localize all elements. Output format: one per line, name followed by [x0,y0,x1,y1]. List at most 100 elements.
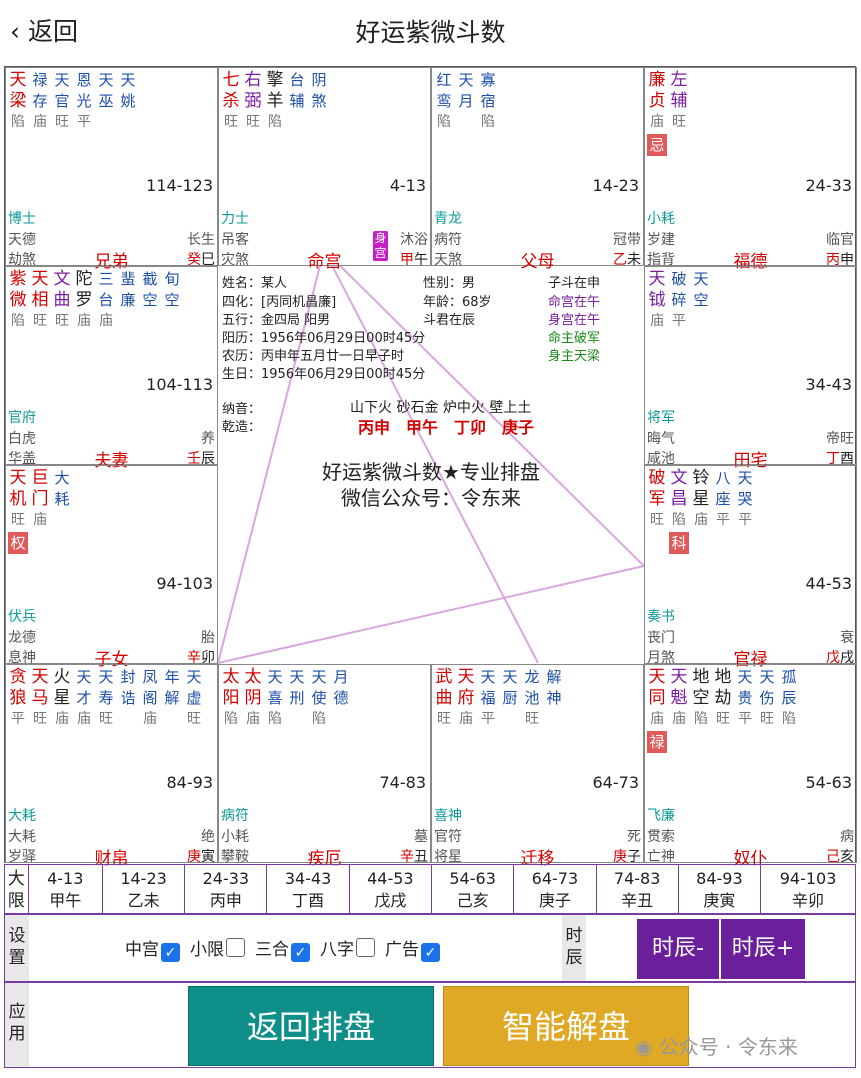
star: 天梁陷 [9,70,27,130]
star: 擎羊陷 [266,70,284,130]
option-三合[interactable]: 三合 ✓ [255,940,310,962]
palace-疾厄[interactable]: 太阳陷太阴庙天喜陷天刑天使陷月德 74-83 病符 小耗 攀鞍墓疾厄 辛丑 [218,664,431,869]
suijian-star: 贯索 [647,829,675,845]
ganzhi: 庚寅 [187,849,215,865]
star-list: 天同庙禄天魁庙地空陷地劫旺天贵平天伤旺孤辰陷 [646,667,800,753]
star: 天官旺 [54,71,70,130]
star: 台辅 [289,71,305,110]
star: 文曲旺 [53,269,71,329]
suijian-star: 岁建 [647,232,675,248]
star: 天马旺 [31,667,49,727]
boshi-star: 病符 [221,808,249,824]
palace-迁移[interactable]: 武曲旺天府庙天福平天厨龙池旺解神 64-73 喜神 官符 将星死迁移 庚子 [431,664,644,869]
option-小限[interactable]: 小限 [190,938,245,960]
star: 蜚廉 [120,270,136,309]
back-to-chart-button[interactable]: 返回排盘 [188,986,434,1066]
daxian-item[interactable]: 64-73 庚子 [514,865,597,913]
palace-官禄[interactable]: 破军旺文昌陷科铃星庙八座平天哭平 44-53 奏书 丧门 月煞衰官禄 戊戌 [644,465,857,670]
palace-命宫[interactable]: 七杀旺右弼旺擎羊陷台辅阴煞 4-13 力士 吊客 灾煞 沐浴 命宫 甲午 身宫 [218,67,431,272]
option-广告[interactable]: 广告 ✓ [385,940,440,962]
settings-label: 设置 [5,915,29,981]
daxian-item[interactable]: 74-83 辛丑 [597,865,679,913]
boshi-star: 伏兵 [8,609,36,625]
shichen-prev-button[interactable]: 时辰- [637,919,719,979]
daxian-item[interactable]: 34-43 丁酉 [267,865,350,913]
checkbox[interactable]: ✓ [161,943,180,962]
daxian-range: 64-73 [592,773,640,792]
star: 破碎平 [671,270,687,329]
wechat-account: 微信公众号：令东来 [341,486,521,510]
boshi-star: 喜神 [434,808,462,824]
star: 廉贞庙忌 [647,70,667,156]
changsheng-stage: 衰 [840,630,854,646]
star: 紫微陷 [9,269,27,329]
star: 铃星庙 [692,468,710,528]
daxian-item[interactable]: 94-103 辛卯 [761,865,855,913]
daxian-item[interactable]: 84-93 庚寅 [679,865,762,913]
star-list: 七杀旺右弼旺擎羊陷台辅阴煞 [220,70,330,133]
star: 天相旺 [31,269,49,329]
palace-父母[interactable]: 红鸾陷天月寡宿陷 14-23 青龙 病符 天煞 冠带 父母 乙未 [431,67,644,272]
changsheng-stage: 死 [627,829,641,845]
daxian-item[interactable]: 14-23 乙未 [103,865,186,913]
palace-name: 父母 [520,252,555,272]
star: 天才庙 [76,668,92,727]
star-list: 廉贞庙忌左辅旺 [646,70,690,156]
palace-财帛[interactable]: 贪狼平天马旺火星庙天才庙天寿旺封诰凤阁庙年解天虚旺 84-93 大耗 大耗 岁驿绝财帛庚… [5,664,218,869]
option-中宫[interactable]: 中宫 ✓ [125,940,180,962]
star-list: 紫微陷天相旺文曲旺陀罗庙三台庙蜚廉截空旬空 [7,269,183,332]
palace-兄弟[interactable]: 天梁陷禄存庙天官旺恩光平天巫天姚 114-123 博士 天德 劫煞 长生 兄弟 癸巳 [5,67,218,272]
boshi-star: 飞廉 [647,808,675,824]
info-shenzhu: 身主天梁 [548,349,601,364]
changsheng-stage: 绝 [201,829,215,845]
checkbox[interactable] [226,938,245,957]
daxian-range: 94-103 [156,574,213,593]
checkbox[interactable] [356,938,375,957]
star: 太阳陷 [222,667,240,727]
palace-子女[interactable]: 天机旺权巨门庙大耗 94-103 伏兵 龙德 息神胎子女 辛卯 [5,465,218,670]
star: 武曲旺 [435,667,453,727]
changsheng-stage: 胎 [201,630,215,646]
palace-福德[interactable]: 廉贞庙忌左辅旺 24-33 小耗 岁建 指背 临官 福德 丙申 [644,67,857,272]
info-shengong: 身宫在午 [548,313,601,328]
daxian-item[interactable]: 24-33 丙申 [185,865,268,913]
checkbox[interactable]: ✓ [291,943,310,962]
star: 天寿旺 [98,668,114,727]
daxian-item[interactable]: 54-63 己亥 [432,865,515,913]
star: 七杀旺 [222,70,240,130]
star: 天月 [458,71,474,110]
info-solar: 阳历：1956年06月29日00时45分 [222,331,426,346]
checkbox[interactable]: ✓ [421,943,440,962]
option-八字[interactable]: 八字 [320,938,375,960]
boshi-star: 力士 [221,211,249,227]
daxian-range: 74-83 [379,773,427,792]
top-bar: ‹ 返回 好运紫微斗数 [0,0,861,58]
daxian-range: 44-53 [805,574,853,593]
palace-奴仆[interactable]: 天同庙禄天魁庙地空陷地劫旺天贵平天伤旺孤辰陷 54-63 飞廉 贯索 亡神病奴仆 己亥 [644,664,857,869]
chart-board: 姓名：某人 四化：[丙同机昌廉] 五行：金四局 阳男 阳历：1956年06月29… [4,66,857,869]
sihua-badge: 权 [8,532,28,554]
star: 龙池旺 [524,668,540,727]
sihua-badge: 禄 [647,731,667,753]
star: 月德 [333,668,349,707]
palace-夫妻[interactable]: 紫微陷天相旺文曲旺陀罗庙三台庙蜚廉截空旬空 104-113 官府 白虎 华盖养夫妻 壬辰 [5,266,218,471]
star: 天府庙 [457,667,475,727]
star-list: 天梁陷禄存庙天官旺恩光平天巫天姚 [7,70,139,133]
info-gender: 性别：男 [423,276,476,291]
star: 左辅旺 [670,70,688,130]
palace-name: 命宫 [307,252,342,272]
suijian-star: 丧门 [647,630,675,646]
star: 破军旺 [648,468,666,528]
star: 阴煞 [311,71,327,110]
info-sihua: 四化：[丙同机昌廉] [222,295,337,310]
changsheng-stage: 临官 [826,232,854,248]
daxian-item[interactable]: 44-53 戊戌 [350,865,432,913]
star: 年解 [164,668,180,707]
star: 旬空 [164,270,180,309]
daxian-range: 4-13 [389,176,426,195]
star: 太阴庙 [244,667,262,727]
daxian-item[interactable]: 4-13 甲午 [29,865,103,913]
palace-田宅[interactable]: 天钺庙破碎平天空 34-43 将军 晦气 咸池 帝旺 田宅 丁酉 [644,266,857,471]
daxian-range: 24-33 [805,176,853,195]
shichen-next-button[interactable]: 时辰+ [721,919,805,979]
